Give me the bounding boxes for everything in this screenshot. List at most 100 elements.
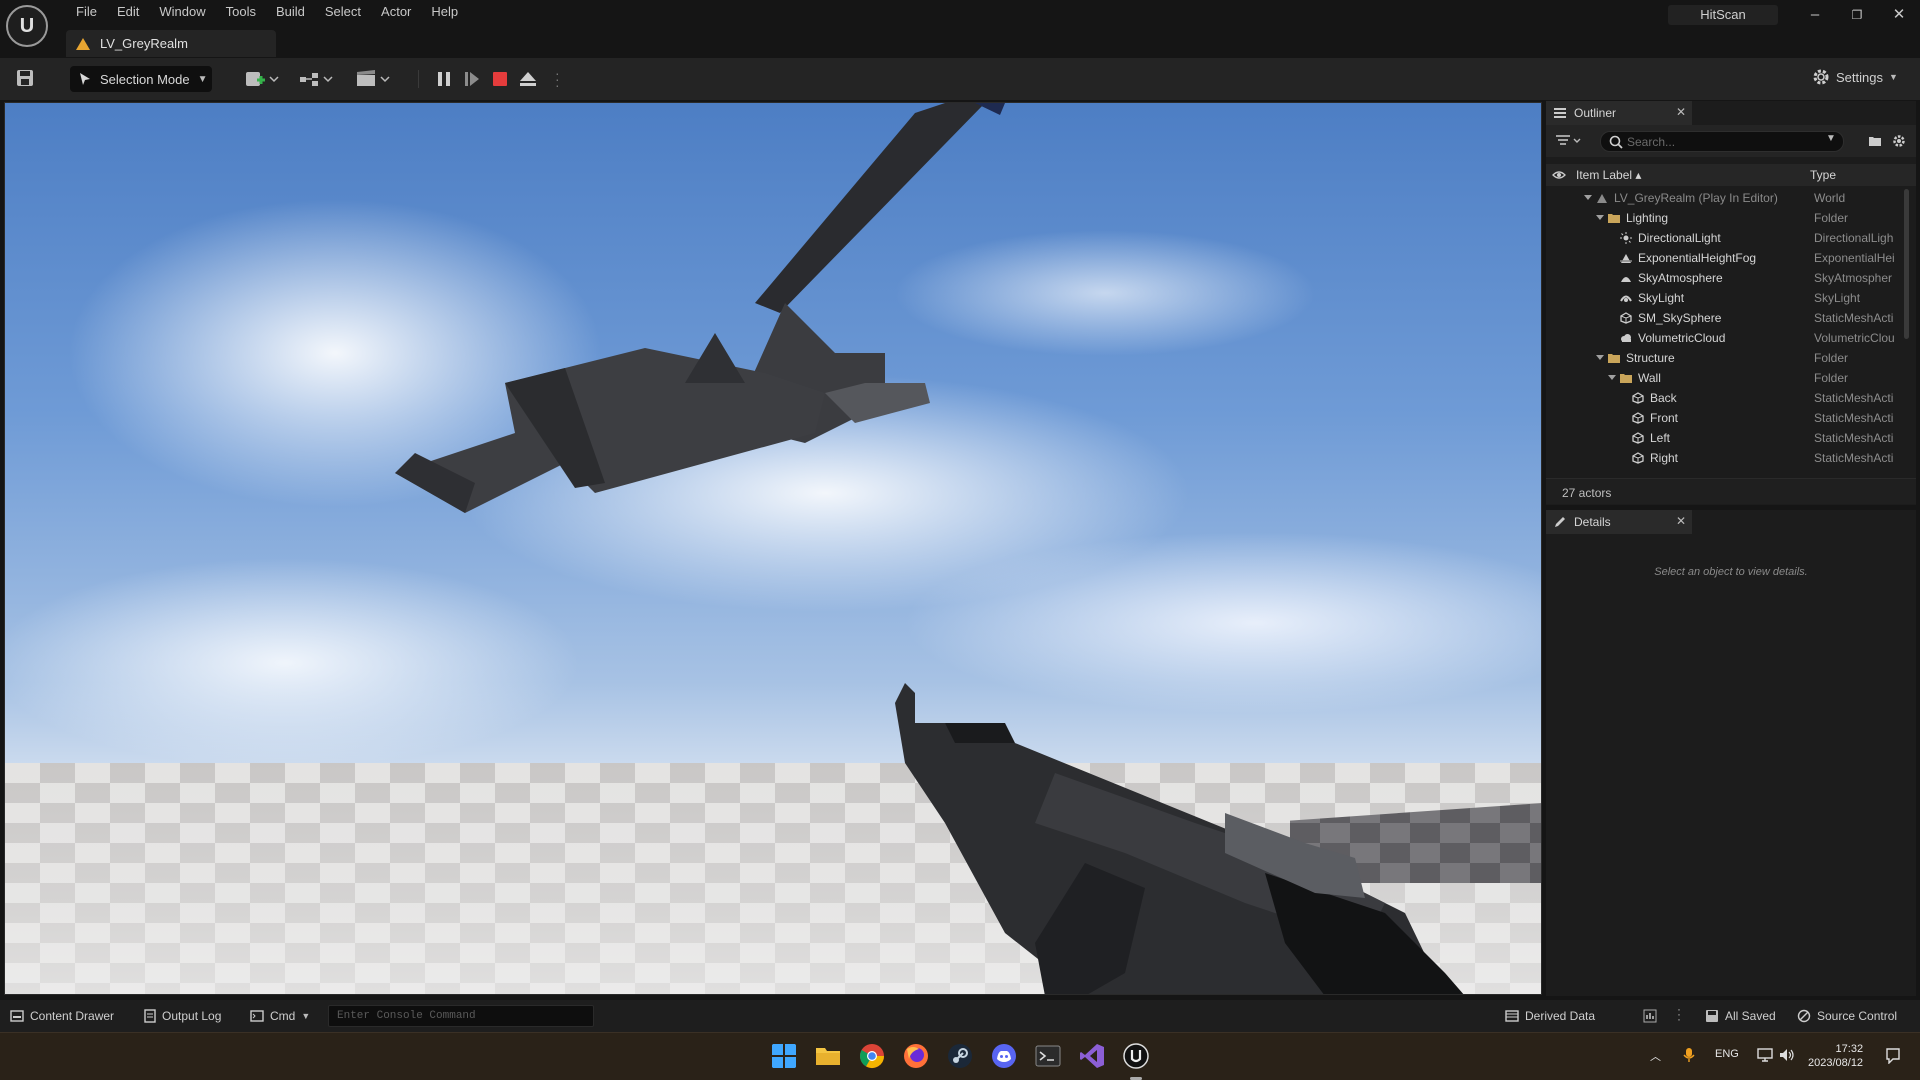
tree-row-lighting[interactable]: Lighting Folder	[1546, 208, 1908, 228]
drawer-icon	[10, 1010, 24, 1022]
close-icon[interactable]: ✕	[1676, 105, 1686, 119]
document-tab-row: LV_GreyRealm	[62, 28, 1920, 58]
tab-details[interactable]: Details	[1546, 510, 1692, 534]
add-actor-icon[interactable]	[244, 69, 280, 89]
console-command-field[interactable]	[328, 1005, 594, 1027]
pause-icon[interactable]	[436, 69, 452, 89]
outliner-toolbar: ▼	[1546, 125, 1916, 157]
more-options-icon[interactable]: · · ·	[555, 66, 560, 92]
terminal-app-icon[interactable]	[1035, 1043, 1061, 1069]
expand-caret-icon[interactable]	[1596, 215, 1604, 220]
tree-row-label: Right	[1650, 451, 1679, 465]
column-type[interactable]: Type	[1810, 168, 1836, 182]
tree-row-wall[interactable]: Wall Folder	[1546, 368, 1908, 388]
chevron-down-icon[interactable]: ▼	[1826, 133, 1836, 144]
cinematics-icon[interactable]	[355, 69, 391, 89]
menu-window[interactable]: Window	[149, 0, 215, 24]
tree-row-skyatmosphere[interactable]: SkyAtmosphere SkyAtmospher	[1546, 268, 1908, 288]
outliner-search-field[interactable]: ▼	[1600, 131, 1844, 152]
derived-data-button[interactable]: Derived Data	[1505, 1009, 1595, 1023]
chrome-icon[interactable]	[859, 1043, 885, 1069]
outliner-scrollbar[interactable]	[1904, 189, 1909, 339]
outliner-search-input[interactable]	[1627, 134, 1807, 150]
minimize-button[interactable]: –	[1800, 4, 1830, 26]
volume-icon[interactable]	[1779, 1048, 1795, 1062]
level-viewport[interactable]	[4, 102, 1542, 995]
tab-level[interactable]: LV_GreyRealm	[66, 30, 276, 57]
source-control-button[interactable]: Source Control	[1797, 1009, 1897, 1023]
menu-actor[interactable]: Actor	[371, 0, 421, 24]
console-command-input[interactable]	[329, 1006, 593, 1026]
stop-icon[interactable]	[492, 69, 508, 89]
more-options-icon[interactable]: · · ·	[1677, 1003, 1681, 1025]
unreal-engine-icon[interactable]	[1123, 1043, 1149, 1069]
output-log-button[interactable]: Output Log	[144, 1009, 221, 1023]
tree-row-directionallight[interactable]: DirectionalLight DirectionalLigh	[1546, 228, 1908, 248]
tree-row-label: Lighting	[1626, 211, 1669, 225]
gear-icon[interactable]	[1892, 134, 1906, 148]
tree-row-type: StaticMeshActi	[1814, 391, 1894, 405]
discord-icon[interactable]	[991, 1043, 1017, 1069]
save-icon[interactable]	[15, 68, 35, 88]
network-icon[interactable]	[1757, 1048, 1773, 1062]
firefox-icon[interactable]	[903, 1043, 929, 1069]
tree-row-volumetriccloud[interactable]: VolumetricCloud VolumetricClou	[1546, 328, 1908, 348]
tree-row-type: ExponentialHei	[1814, 251, 1895, 265]
cmd-label: Cmd	[270, 1009, 296, 1023]
all-saved-button[interactable]: All Saved	[1705, 1009, 1776, 1023]
expand-caret-icon[interactable]	[1596, 355, 1604, 360]
menu-build[interactable]: Build	[266, 0, 315, 24]
file-explorer-icon[interactable]	[815, 1043, 841, 1069]
settings-button[interactable]: Settings ▼	[1812, 68, 1898, 86]
menu-edit[interactable]: Edit	[107, 0, 149, 24]
system-clock[interactable]: 17:32 2023/08/12	[1808, 1042, 1863, 1070]
close-button[interactable]: ✕	[1884, 4, 1914, 26]
chevron-down-icon: ▼	[301, 1011, 311, 1021]
menu-tools[interactable]: Tools	[216, 0, 266, 24]
world-icon	[1597, 194, 1607, 203]
tree-row-world[interactable]: LV_GreyRealm (Play In Editor) World	[1546, 188, 1908, 208]
filter-icon[interactable]	[1556, 134, 1584, 148]
tree-row-exponentialheightfog[interactable]: ExponentialHeightFog ExponentialHei	[1546, 248, 1908, 268]
menu-file[interactable]: File	[66, 0, 107, 24]
cmd-dropdown[interactable]: Cmd ▼	[250, 1009, 310, 1023]
close-icon[interactable]: ✕	[1676, 514, 1686, 528]
restore-button[interactable]: ❐	[1842, 4, 1872, 26]
tree-row-structure[interactable]: Structure Folder	[1546, 348, 1908, 368]
step-frame-icon[interactable]	[464, 69, 480, 89]
add-folder-icon[interactable]	[1868, 134, 1882, 148]
microphone-icon[interactable]	[1683, 1047, 1695, 1063]
visual-studio-icon[interactable]	[1079, 1043, 1105, 1069]
chevron-up-icon[interactable]: ︿	[1650, 1048, 1661, 1064]
tree-row-right[interactable]: Right StaticMeshActi	[1546, 448, 1908, 468]
steam-icon[interactable]	[947, 1043, 973, 1069]
eye-icon[interactable]	[1552, 169, 1566, 181]
tree-row-front[interactable]: Front StaticMeshActi	[1546, 408, 1908, 428]
search-icon	[1609, 135, 1623, 149]
tree-row-back[interactable]: Back StaticMeshActi	[1546, 388, 1908, 408]
selection-mode-dropdown[interactable]: Selection Mode ▼	[70, 66, 212, 92]
eject-icon[interactable]	[519, 69, 537, 89]
tree-row-skylight[interactable]: SkyLight SkyLight	[1546, 288, 1908, 308]
expand-caret-icon[interactable]	[1608, 375, 1616, 380]
input-language[interactable]: ENG	[1715, 1048, 1739, 1060]
expand-caret-icon[interactable]	[1584, 195, 1592, 200]
tab-outliner[interactable]: Outliner	[1546, 101, 1692, 125]
tree-row-left[interactable]: Left StaticMeshActi	[1546, 428, 1908, 448]
tree-row-type: Folder	[1814, 371, 1849, 385]
trace-icon[interactable]	[1643, 1009, 1657, 1023]
blueprint-icon[interactable]	[298, 69, 334, 89]
skylight-icon	[1620, 295, 1632, 302]
tree-row-type: Folder	[1814, 351, 1849, 365]
notification-icon[interactable]	[1886, 1048, 1900, 1064]
chevron-down-icon: ▼	[197, 73, 208, 85]
tree-row-sm-skysphere[interactable]: SM_SkySphere StaticMeshActi	[1546, 308, 1908, 328]
windows-start-icon[interactable]	[771, 1043, 797, 1069]
derived-data-label: Derived Data	[1525, 1009, 1596, 1023]
unreal-logo-icon[interactable]: U	[6, 5, 48, 47]
content-drawer-button[interactable]: Content Drawer	[10, 1009, 114, 1023]
menu-help[interactable]: Help	[421, 0, 468, 24]
selection-mode-label: Selection Mode	[100, 71, 190, 87]
column-item-label[interactable]: Item Label ▴	[1576, 168, 1641, 182]
menu-select[interactable]: Select	[315, 0, 371, 24]
